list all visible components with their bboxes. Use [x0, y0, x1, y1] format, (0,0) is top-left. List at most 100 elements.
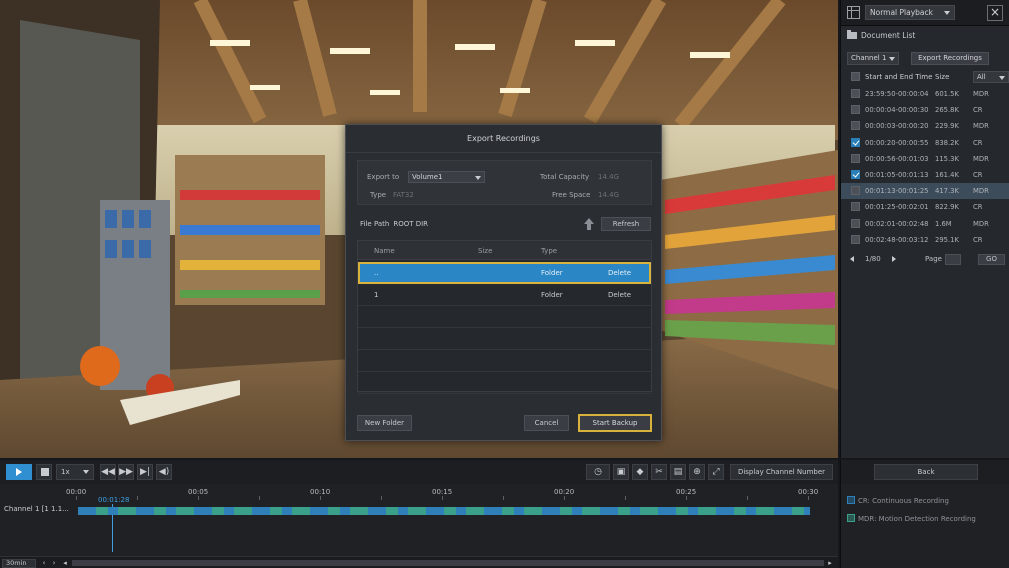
scrollbar-thumb[interactable]: [72, 560, 824, 566]
playback-mode-select[interactable]: Normal Playback: [865, 5, 955, 20]
record-checkbox[interactable]: [851, 170, 860, 179]
cancel-button[interactable]: Cancel: [524, 415, 569, 431]
clip-scissors-icon[interactable]: ✂: [651, 464, 667, 480]
legend-continuous[interactable]: CR: Continuous Recording: [847, 496, 949, 505]
zoom-value: 30min: [6, 559, 27, 567]
record-checkbox[interactable]: [851, 186, 860, 196]
free-space-value: 14.4G: [598, 191, 620, 199]
record-type: CR: [973, 138, 983, 147]
refresh-button[interactable]: Refresh: [601, 217, 651, 231]
record-list-header: Start and End Time Size All: [847, 70, 1009, 84]
record-checkbox[interactable]: [851, 202, 860, 212]
next-page-icon[interactable]: [892, 256, 896, 262]
close-button[interactable]: ×: [987, 5, 1003, 21]
legend-cr-checkbox[interactable]: [847, 496, 855, 504]
record-checkbox[interactable]: [851, 153, 860, 163]
record-row[interactable]: 00:02:48-00:03:12 295.1K CR: [841, 232, 1009, 248]
playback-screen: Normal Playback × Document List Channel …: [0, 0, 1009, 568]
export-recordings-button[interactable]: Export Recordings: [911, 52, 989, 65]
record-row[interactable]: 00:00:04-00:00:30 265.8K CR: [841, 102, 1009, 118]
page-indicator: 1/80: [865, 255, 881, 263]
col-size: Size: [478, 247, 493, 255]
play-icon: [16, 468, 22, 476]
record-row[interactable]: 00:00:56-00:01:03 115.3K MDR: [841, 151, 1009, 167]
page-number-input[interactable]: [945, 254, 961, 265]
timer-icon[interactable]: ◷: [586, 464, 610, 480]
record-checkbox[interactable]: [851, 218, 860, 228]
file-delete-button[interactable]: Delete: [608, 269, 631, 277]
scroll-start-icon[interactable]: ◂: [61, 559, 69, 568]
record-row[interactable]: 00:01:13-00:01:25 417.3K MDR: [841, 183, 1009, 200]
empty-file-row: [358, 350, 651, 372]
recording-bar[interactable]: [78, 507, 810, 515]
timeline-tick: [625, 496, 626, 500]
panel-header: Normal Playback ×: [841, 0, 1009, 26]
file-row[interactable]: .. Folder Delete: [358, 262, 651, 284]
snapshot-icon[interactable]: ▤: [670, 464, 686, 480]
record-size: 417.3K: [935, 187, 959, 196]
step-forward-button[interactable]: ▶|: [137, 464, 153, 480]
record-checkbox[interactable]: [851, 121, 860, 131]
audio-button[interactable]: ◀): [156, 464, 172, 480]
timeline[interactable]: 00:00 00:05 00:10 00:15 00:20 00:25 00:30 00:0…: [0, 484, 838, 568]
parent-folder-arrow-icon[interactable]: [583, 217, 595, 231]
header-size: Size: [935, 73, 950, 81]
back-button[interactable]: Back: [874, 464, 978, 480]
file-row[interactable]: 1 Folder Delete: [358, 284, 651, 306]
new-folder-button[interactable]: New Folder: [357, 415, 412, 431]
record-checkbox[interactable]: [851, 105, 860, 115]
type-label: Type: [370, 191, 387, 199]
document-list-title: Document List: [847, 30, 915, 43]
fast-forward-button[interactable]: ▶▶: [118, 464, 134, 480]
record-time: 00:02:48-00:03:12: [865, 235, 929, 244]
record-row[interactable]: 00:00:03-00:00:20 229.9K MDR: [841, 118, 1009, 134]
timeline-channel-label: Channel 1 [1 1.1...: [4, 505, 69, 513]
back-bar: Back: [840, 460, 1009, 484]
record-checkbox[interactable]: [851, 137, 860, 147]
scroll-right-icon[interactable]: ›: [50, 559, 58, 568]
record-row[interactable]: 23:59:50-00:00:04 601.5K MDR: [841, 86, 1009, 102]
stop-button[interactable]: [36, 464, 52, 480]
slow-rewind-button[interactable]: ◀◀: [100, 464, 116, 480]
scroll-end-icon[interactable]: ▸: [826, 559, 834, 568]
timeline-scrollbar[interactable]: 30min ‹ › ◂ ▸: [0, 556, 838, 568]
scroll-left-icon[interactable]: ‹: [40, 559, 48, 568]
record-row[interactable]: 00:00:20-00:00:55 838.2K CR: [841, 135, 1009, 151]
start-backup-button[interactable]: Start Backup: [578, 414, 652, 432]
timeline-tick-label: 00:00: [66, 488, 87, 496]
record-size: 295.1K: [935, 235, 959, 244]
record-row[interactable]: 00:01:05-00:01:13 161.4K CR: [841, 167, 1009, 183]
record-checkbox[interactable]: [851, 234, 860, 244]
zoom-select[interactable]: 30min: [2, 559, 36, 568]
previous-page-icon[interactable]: [850, 256, 854, 262]
record-row[interactable]: 00:02:01-00:02:48 1.6M MDR: [841, 216, 1009, 232]
col-type: Type: [541, 247, 558, 255]
lock-icon[interactable]: ▣: [613, 464, 629, 480]
record-checkbox[interactable]: [851, 89, 860, 98]
file-delete-button[interactable]: Delete: [608, 291, 631, 299]
timeline-tick: [381, 496, 382, 500]
go-button[interactable]: GO: [978, 254, 1005, 265]
file-table-header: Name Size Type: [358, 241, 651, 260]
layout-grid-icon[interactable]: [847, 6, 860, 19]
tag-icon[interactable]: ◆: [632, 464, 648, 480]
select-all-checkbox[interactable]: [851, 72, 860, 81]
record-time: 23:59:50-00:00:04: [865, 90, 929, 98]
display-channel-number-button[interactable]: Display Channel Number: [730, 464, 833, 480]
zoom-icon[interactable]: ⊕: [689, 464, 705, 480]
fullscreen-icon[interactable]: ⤢: [708, 464, 724, 480]
record-row[interactable]: 00:01:25-00:02:01 822.9K CR: [841, 199, 1009, 215]
speed-select[interactable]: 1x: [56, 464, 94, 480]
legend-motion[interactable]: MDR: Motion Detection Recording: [847, 514, 976, 523]
timeline-cursor-time: 00:01:28: [98, 496, 130, 504]
record-size: 838.2K: [935, 138, 959, 147]
empty-file-row: [358, 306, 651, 328]
record-type: CR: [973, 106, 983, 115]
size-filter-select[interactable]: All: [973, 71, 1009, 83]
record-type: MDR: [973, 154, 989, 163]
record-time: 00:02:01-00:02:48: [865, 219, 929, 228]
legend-mdr-checkbox[interactable]: [847, 514, 855, 522]
channel-select[interactable]: Channel 1: [847, 52, 899, 65]
export-to-select[interactable]: Volume1: [408, 171, 485, 183]
play-button[interactable]: [6, 464, 32, 480]
